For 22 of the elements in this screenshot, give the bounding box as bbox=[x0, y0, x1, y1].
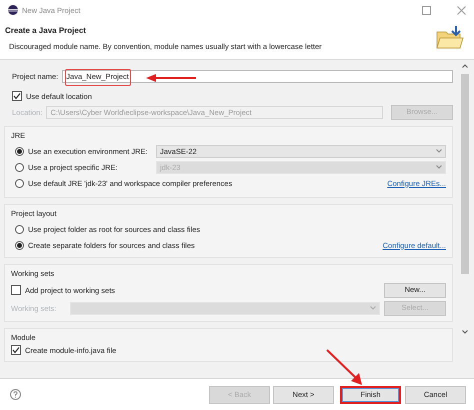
folder-icon bbox=[436, 26, 464, 50]
maximize-icon[interactable] bbox=[422, 6, 431, 14]
scroll-down-icon bbox=[462, 330, 468, 334]
radio-button[interactable] bbox=[15, 178, 24, 188]
radio-button[interactable] bbox=[15, 146, 24, 156]
caret-icon bbox=[436, 149, 442, 153]
page-title: Create a Java Project bbox=[5, 26, 87, 36]
annotation-arrow bbox=[325, 348, 365, 386]
help-icon[interactable] bbox=[10, 389, 21, 400]
scroll-up-icon bbox=[462, 64, 468, 68]
annotation-arrow bbox=[146, 72, 196, 82]
radio-button[interactable] bbox=[15, 224, 24, 234]
radio-button[interactable] bbox=[15, 162, 24, 172]
radio-button[interactable] bbox=[15, 240, 24, 250]
checkbox[interactable] bbox=[11, 345, 21, 355]
checkbox[interactable] bbox=[12, 91, 22, 101]
checkbox[interactable] bbox=[11, 285, 21, 295]
close-icon[interactable] bbox=[457, 6, 466, 14]
caret-icon bbox=[436, 165, 442, 169]
app-icon bbox=[8, 5, 18, 15]
caret-icon bbox=[370, 306, 376, 310]
highlight-box bbox=[65, 68, 132, 86]
